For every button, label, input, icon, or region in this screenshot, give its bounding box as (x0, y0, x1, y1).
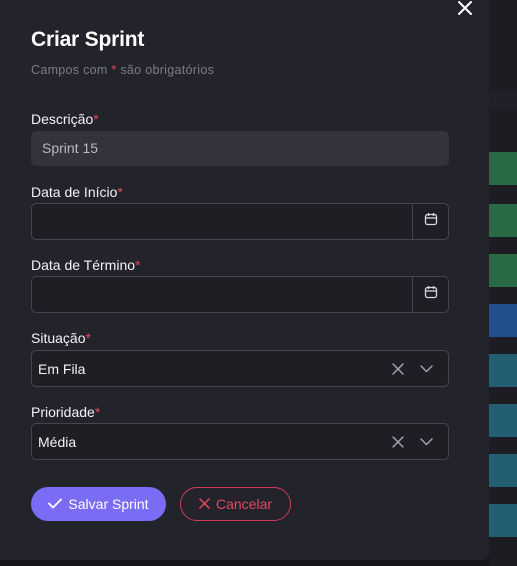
situacao-label-text: Situação (31, 330, 86, 346)
background-row (489, 404, 517, 437)
situacao-value: Em Fila (38, 360, 86, 377)
background-row (489, 90, 517, 110)
cancel-label: Cancelar (215, 496, 273, 512)
save-sprint-label: Salvar Sprint (68, 496, 149, 512)
required-mark: * (135, 257, 141, 273)
descricao-field[interactable]: Sprint 15 (31, 131, 449, 166)
situacao-label: Situação* (31, 330, 91, 346)
background-row (489, 454, 517, 487)
prioridade-select[interactable]: Média (31, 423, 449, 460)
descricao-label-text: Descrição (31, 111, 94, 127)
required-mark: * (94, 404, 101, 420)
required-hint-suffix: são obrigatórios (120, 63, 215, 77)
close-button[interactable] (454, 0, 476, 21)
data-inicio-field (31, 203, 449, 240)
clear-icon[interactable] (390, 361, 406, 377)
data-inicio-label: Data de Início* (31, 184, 123, 200)
data-inicio-calendar-button[interactable] (412, 204, 448, 239)
save-sprint-button[interactable]: Salvar Sprint (31, 487, 166, 521)
background-row (489, 254, 517, 287)
data-termino-calendar-button[interactable] (412, 277, 448, 312)
chevron-down-icon[interactable] (418, 361, 434, 377)
data-termino-input[interactable] (32, 277, 412, 312)
required-hint-star: * (111, 63, 117, 77)
cancel-button[interactable]: Cancelar (180, 487, 291, 521)
prioridade-label-text: Prioridade (31, 404, 95, 420)
background-row (489, 504, 517, 537)
close-icon[interactable] (457, 0, 473, 21)
data-termino-label: Data de Término* (31, 257, 140, 273)
background-row (489, 152, 517, 185)
required-mark: * (117, 184, 123, 200)
prioridade-value: Média (38, 433, 77, 450)
close-icon (199, 496, 210, 512)
data-termino-field (31, 276, 449, 313)
modal-title: Criar Sprint (31, 28, 145, 51)
data-termino-label-text: Data de Término (31, 257, 136, 273)
chevron-down-icon[interactable] (418, 434, 434, 450)
check-icon (48, 496, 63, 512)
create-sprint-modal: Criar Sprint Campos com * são obrigatóri… (0, 0, 489, 560)
prioridade-label: Prioridade* (31, 404, 100, 420)
required-hint-prefix: Campos com (31, 63, 108, 77)
calendar-icon[interactable] (424, 212, 438, 231)
data-inicio-label-text: Data de Início (31, 184, 118, 200)
data-inicio-input[interactable] (32, 204, 412, 239)
required-hint: Campos com * são obrigatórios (31, 63, 214, 77)
calendar-icon[interactable] (424, 285, 438, 304)
background-row (489, 354, 517, 387)
descricao-label: Descrição* (31, 111, 99, 127)
clear-icon[interactable] (390, 434, 406, 450)
situacao-select[interactable]: Em Fila (31, 350, 449, 387)
background-row (489, 204, 517, 237)
background-row (489, 304, 517, 337)
required-mark: * (85, 330, 91, 346)
required-mark: * (93, 111, 99, 127)
